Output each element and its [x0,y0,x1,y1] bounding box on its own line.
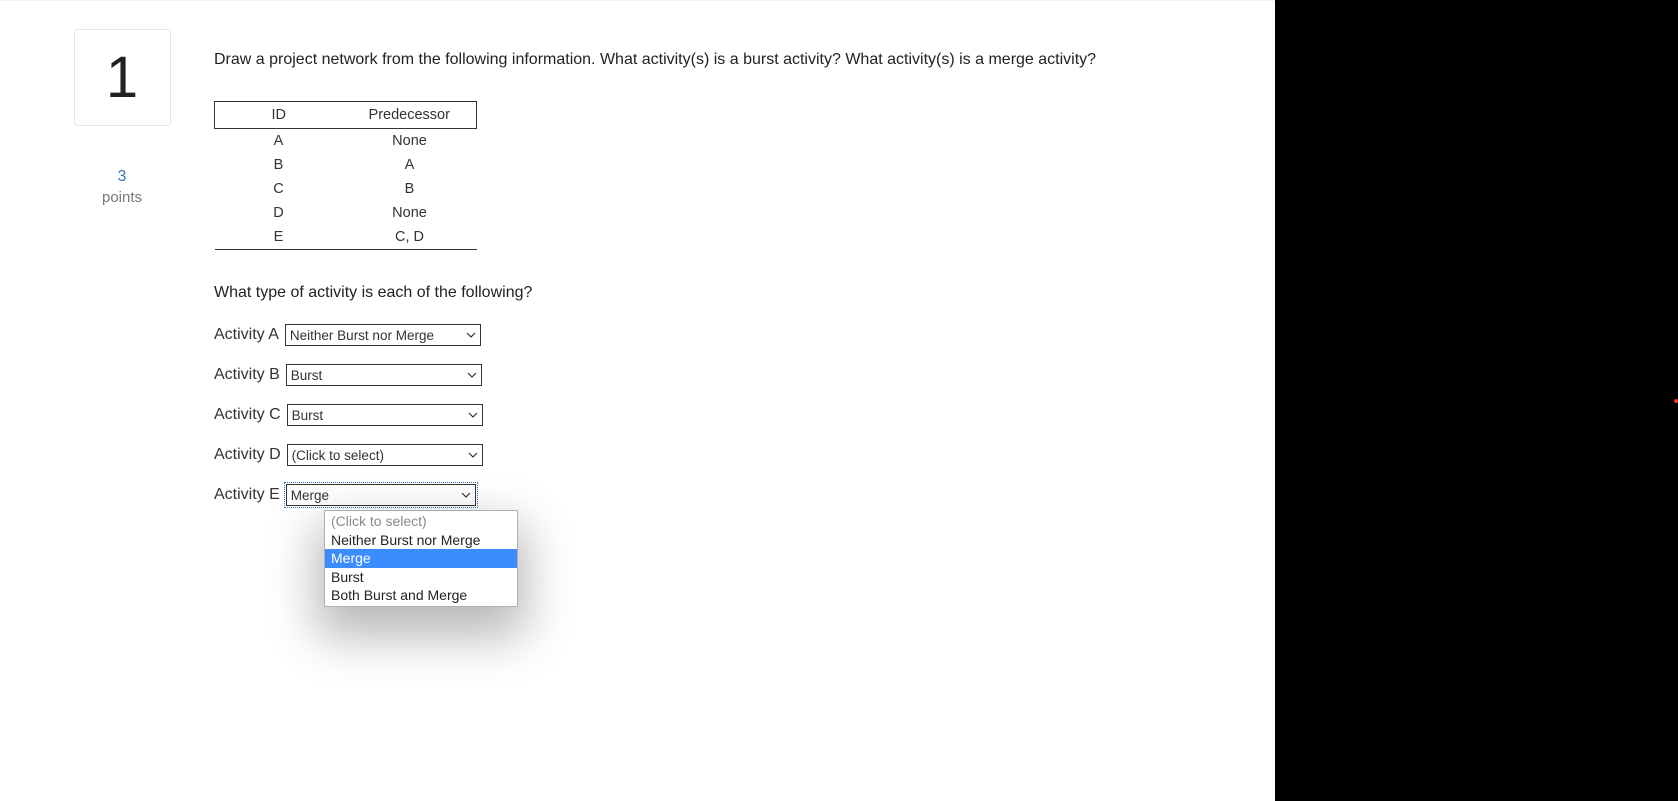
table-row: E C, D [215,225,477,250]
chevron-down-icon [468,450,478,460]
red-dot-icon [1674,399,1678,403]
chevron-down-icon [467,370,477,380]
predecessor-table: ID Predecessor A None B A [214,101,477,250]
answer-label: Activity C [214,406,281,424]
table-header-pred: Predecessor [343,102,477,129]
answer-label: Activity A [214,326,279,344]
question-prompt: Draw a project network from the followin… [214,49,1245,71]
dropdown-option[interactable]: (Click to select) [325,512,517,531]
dropdown-option[interactable]: Merge [325,549,517,568]
answer-label: Activity E [214,486,280,504]
content-area: 1 3 points Draw a project network from t… [0,0,1275,801]
table-header-id: ID [215,102,343,129]
chevron-down-icon [468,410,478,420]
table-row: B A [215,153,477,177]
question-number-box: 1 [74,29,171,126]
cell-pred: None [343,201,477,225]
points-value: 3 [102,166,142,188]
cell-pred: B [343,177,477,201]
activity-c-select[interactable]: Burst [287,404,483,426]
cell-id: C [215,177,343,201]
points-label: points [102,188,142,208]
answer-row-c: Activity C Burst [214,404,1245,426]
question-number: 1 [106,44,138,111]
answer-row-b: Activity B Burst [214,364,1245,386]
cell-id: E [215,225,343,250]
answer-row-a: Activity A Neither Burst nor Merge [214,324,1245,346]
activity-e-dropdown[interactable]: (Click to select) Neither Burst nor Merg… [324,510,518,607]
black-sidebar [1275,0,1678,801]
cell-id: D [215,201,343,225]
cell-id: A [215,129,343,154]
cell-pred: C, D [343,225,477,250]
page-wrap: 1 3 points Draw a project network from t… [0,0,1678,801]
question-main: Draw a project network from the followin… [214,29,1245,524]
activity-b-select[interactable]: Burst [286,364,482,386]
cell-pred: None [343,129,477,154]
table-row: D None [215,201,477,225]
cell-id: B [215,153,343,177]
answer-row-d: Activity D (Click to select) [214,444,1245,466]
activity-d-select[interactable]: (Click to select) [287,444,483,466]
answer-label: Activity D [214,446,281,464]
points-block: 3 points [102,166,142,208]
dropdown-option[interactable]: Neither Burst nor Merge [325,531,517,550]
question-sidebar: 1 3 points [30,29,214,208]
table-row: A None [215,129,477,154]
question-container: 1 3 points Draw a project network from t… [0,1,1275,524]
select-value: Merge [291,488,329,503]
select-value: Burst [291,368,323,383]
activity-e-select[interactable]: Merge [286,484,476,506]
chevron-down-icon [466,330,476,340]
question-subprompt: What type of activity is each of the fol… [214,284,1245,302]
select-value: Neither Burst nor Merge [290,328,434,343]
cell-pred: A [343,153,477,177]
select-value: Burst [292,408,324,423]
answer-row-e: Activity E Merge [214,484,1245,506]
dropdown-option[interactable]: Both Burst and Merge [325,586,517,605]
activity-a-select[interactable]: Neither Burst nor Merge [285,324,481,346]
chevron-down-icon [461,490,471,500]
answer-label: Activity B [214,366,280,384]
table-row: C B [215,177,477,201]
select-value: (Click to select) [292,448,384,463]
dropdown-option[interactable]: Burst [325,568,517,587]
